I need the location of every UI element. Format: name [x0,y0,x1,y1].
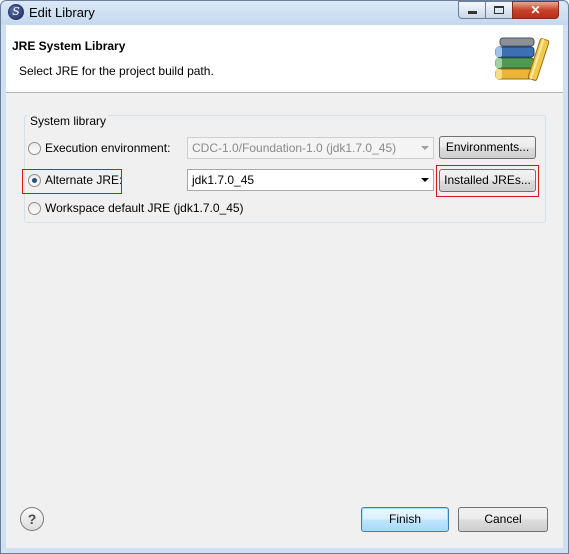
alternate-jre-value: jdk1.7.0_45 [192,173,255,187]
group-label: System library [28,114,109,128]
app-icon: S [8,4,24,20]
dialog-header: JRE System Library Select JRE for the pr… [6,25,563,93]
dropdown-arrow-icon [421,146,429,150]
maximize-button[interactable] [485,1,513,19]
cancel-button[interactable]: Cancel [458,507,548,532]
workspace-default-jre-label: Workspace default JRE (jdk1.7.0_45) [45,201,244,215]
execution-environment-select: CDC-1.0/Foundation-1.0 (jdk1.7.0_45) [187,137,434,159]
environments-button[interactable]: Environments... [439,136,536,159]
execution-environment-value: CDC-1.0/Foundation-1.0 (jdk1.7.0_45) [192,141,397,155]
help-button[interactable]: ? [20,507,44,531]
edit-library-dialog: S Edit Library ✕ JRE System Library Sele… [0,0,569,554]
workspace-default-jre-radio[interactable] [28,201,41,215]
help-icon: ? [27,511,37,527]
dropdown-arrow-icon [421,178,429,182]
header-subtitle: Select JRE for the project build path. [19,64,214,78]
close-icon: ✕ [530,3,541,17]
close-button[interactable]: ✕ [512,1,559,19]
workspace-default-jre-option[interactable]: Workspace default JRE (jdk1.7.0_45) [28,199,244,217]
finish-button[interactable]: Finish [361,507,449,532]
alternate-jre-select[interactable]: jdk1.7.0_45 [187,169,434,191]
header-title: JRE System Library [12,39,126,53]
title-bar[interactable]: S Edit Library ✕ [1,1,568,25]
minimize-icon [467,11,477,14]
maximize-icon [494,6,504,14]
execution-environment-radio[interactable] [28,141,41,155]
annotation-highlight-installed-jres [436,165,539,197]
minimize-button[interactable] [458,1,486,19]
execution-environment-option[interactable]: Execution environment: [28,139,170,157]
library-books-icon [495,37,550,81]
window-title: Edit Library [29,5,95,20]
annotation-highlight-alternate-jre [22,169,122,194]
dialog-body: System library Execution environment: CD… [6,93,563,548]
execution-environment-label: Execution environment: [45,141,171,155]
